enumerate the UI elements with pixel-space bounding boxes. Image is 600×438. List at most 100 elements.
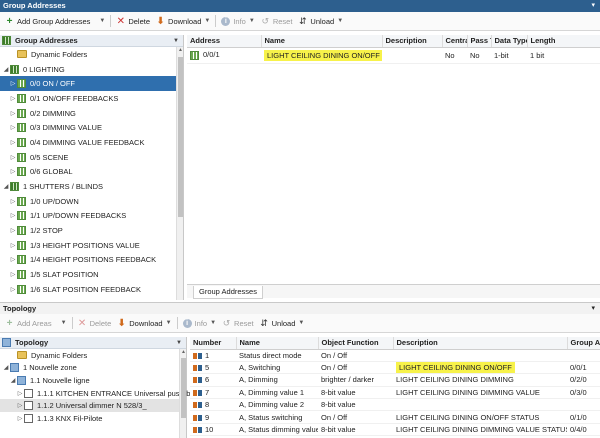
tree-item[interactable]: ▷ 1/3 HEIGHT POSITIONS VALUE (0, 238, 176, 253)
tree-item[interactable]: ▷ 0/4 DIMMING VALUE FEEDBACK (0, 135, 176, 150)
tree-item[interactable]: ▷ 1/2 STOP (0, 223, 176, 238)
tree-item[interactable]: ◢ 1.1 Nouvelle ligne (0, 374, 179, 387)
expand-arrow-icon[interactable]: ▷ (9, 80, 17, 87)
unload-button[interactable]: ⇵ Unload ▼ (295, 14, 346, 29)
download-button[interactable]: ⬇ Download ▼ (114, 316, 174, 331)
table-row[interactable]: 8 A, Dimming value 2 8-bit value (190, 398, 600, 412)
tree-item[interactable]: ◢ 1 Nouvelle zone (0, 362, 179, 375)
column-header[interactable]: Name (236, 337, 319, 350)
expand-arrow-icon[interactable]: ▷ (16, 415, 24, 422)
expand-arrow-icon[interactable]: ▷ (9, 256, 17, 263)
tab-group-addresses[interactable]: Group Addresses (193, 286, 263, 299)
panel-collapse-icon[interactable]: ▾ (591, 0, 595, 12)
cell-group-text: 0/1/0 (570, 412, 587, 422)
expand-arrow-icon[interactable]: ▷ (9, 124, 17, 131)
column-header[interactable]: Number (190, 337, 237, 350)
tree-item[interactable]: ▷ 1.1.3 KNX Fil-Pilote (0, 412, 179, 425)
download-icon: ⬇ (117, 317, 126, 329)
tree-item[interactable]: ▷ 0/2 DIMMING (0, 106, 176, 121)
table-row[interactable]: 0/0/1 LIGHT CEILING DINING ON/OFF No No 1-bi… (187, 47, 600, 64)
expand-arrow-icon[interactable]: ▷ (9, 198, 17, 205)
scroll-up-arrow[interactable]: ▲ (177, 47, 184, 55)
tree-item[interactable]: ▷ 0/5 SCENE (0, 150, 176, 165)
unload-button[interactable]: ⇵ Unload ▼ (257, 316, 308, 331)
column-header[interactable]: Description (382, 35, 443, 48)
add-dropdown-arrow[interactable]: ▼ (93, 14, 108, 29)
tree-item[interactable]: ▷ 1/0 UP/DOWN (0, 194, 176, 209)
expand-arrow-icon[interactable]: ▷ (9, 154, 17, 161)
tree-item[interactable]: ◢ 0 LIGHTING (0, 62, 176, 77)
add-areas-button[interactable]: + Add Areas (2, 316, 55, 331)
tree-vertical-scrollbar[interactable]: ▲ (176, 47, 183, 300)
info-button[interactable]: i Info ▼ (180, 316, 219, 331)
column-header[interactable]: Group Add (567, 337, 600, 350)
topology-tree-header[interactable]: Topology ▼ (0, 337, 186, 349)
column-header[interactable]: Data Type (491, 35, 528, 48)
tree-item[interactable]: ▷ 1.1.2 Universal dimmer N 528/3_ (0, 399, 179, 412)
expand-arrow-icon[interactable]: ▷ (9, 242, 17, 249)
tree-item[interactable]: Dynamic Folders (0, 47, 176, 62)
expand-arrow-icon[interactable]: ◢ (9, 377, 17, 384)
delete-button[interactable]: ✕ Delete (75, 316, 115, 331)
topology-grid-pane: Number Name Object Function Description Grou… (190, 337, 600, 438)
tree-item[interactable]: ▷ 0/0 ON / OFF (0, 76, 176, 92)
info-button[interactable]: i Info ▼ (218, 14, 257, 29)
add-group-addresses-button[interactable]: + Add Group Addresses (2, 14, 93, 29)
tree-item[interactable]: Dynamic Folders (0, 349, 179, 362)
column-header[interactable]: Central (442, 35, 468, 48)
table-row[interactable]: 1 Status direct mode On / Off (190, 349, 600, 362)
column-header[interactable]: Length (527, 35, 600, 48)
topology-tree: Dynamic Folders ◢ 1 Nouvelle zone ◢ 1.1 Nouv… (0, 349, 203, 425)
cell-description: LIGHT CEILING DINING ON/OFF (393, 361, 567, 375)
expand-arrow-icon[interactable]: ▷ (9, 95, 17, 102)
expand-arrow-icon[interactable]: ▷ (9, 139, 17, 146)
table-row[interactable]: 7 A, Dimming value 1 8-bit value LIGHT CEIL… (190, 386, 600, 400)
cell-number-text: 10 (205, 425, 214, 435)
group-addresses-tree: Dynamic Folders ◢ 0 LIGHTING ▷ 0/0 ON / OFF ▷… (0, 47, 176, 297)
expand-arrow-icon[interactable]: ▷ (9, 110, 17, 117)
tree-item[interactable]: ▷ 1/5 SLAT POSITION (0, 267, 176, 282)
tree-item-label: 1/6 SLAT POSITION FEEDBACK (30, 284, 142, 294)
reset-button[interactable]: ↺ Reset (258, 14, 296, 29)
table-row[interactable]: 10 A, Status dimming value 8-bit value LIGH… (190, 423, 600, 437)
expand-arrow-icon[interactable]: ▷ (16, 402, 24, 409)
tree-item[interactable]: ▷ 1.1.1 KITCHEN ENTRANCE Universal push-b… (0, 387, 203, 400)
tree-item[interactable]: ▷ 0/6 GLOBAL (0, 165, 176, 180)
cell-function: On / Off (318, 349, 393, 362)
tree-item[interactable]: ▷ 1/6 SLAT POSITION FEEDBACK (0, 282, 176, 297)
column-header[interactable]: Address (187, 35, 262, 48)
tree-item[interactable]: ◢ 1 SHUTTERS / BLINDS (0, 179, 176, 194)
scroll-up-arrow[interactable]: ▲ (180, 349, 187, 357)
add-dropdown-arrow[interactable]: ▼ (55, 316, 70, 331)
group-addresses-grid-pane: AddressNameDescriptionCentralPass TData … (187, 35, 600, 300)
download-dropdown-arrow: ▼ (204, 18, 211, 24)
tree-item[interactable]: ▷ 1/4 HEIGHT POSITIONS FEEDBACK (0, 253, 176, 268)
topology-tree-scrollbar[interactable]: ▲ (179, 349, 186, 438)
column-header[interactable]: Description (393, 337, 568, 350)
expand-arrow-icon[interactable]: ▷ (16, 390, 24, 397)
expand-arrow-icon[interactable]: ◢ (2, 66, 10, 73)
expand-arrow-icon[interactable]: ▷ (9, 271, 17, 278)
scrollbar-thumb[interactable] (181, 358, 186, 418)
tree-item[interactable]: ▷ 0/1 ON/OFF FEEDBACKS (0, 91, 176, 106)
group-addresses-tree-header[interactable]: Group Addresses ▼ (0, 35, 183, 47)
download-button[interactable]: ⬇ Download ▼ (153, 14, 213, 29)
column-header[interactable]: Pass T (467, 35, 492, 48)
delete-button[interactable]: ✕ Delete (113, 14, 153, 29)
table-row[interactable]: 9 A, Status switching On / Off LIGHT CEILIN… (190, 410, 600, 424)
column-header[interactable]: Object Function (318, 337, 394, 350)
cell-function: On / Off (318, 410, 393, 424)
tree-item[interactable]: ▷ 1/1 UP/DOWN FEEDBACKS (0, 209, 176, 224)
expand-arrow-icon[interactable]: ▷ (9, 168, 17, 175)
column-header[interactable]: Name (261, 35, 383, 48)
expand-arrow-icon[interactable]: ▷ (9, 212, 17, 219)
expand-arrow-icon[interactable]: ▷ (9, 286, 17, 293)
expand-arrow-icon[interactable]: ▷ (9, 227, 17, 234)
expand-arrow-icon[interactable]: ◢ (2, 183, 10, 190)
tree-item[interactable]: ▷ 0/3 DIMMING VALUE (0, 120, 176, 135)
expand-arrow-icon[interactable]: ◢ (2, 364, 10, 371)
table-row[interactable]: 5 A, Switching On / Off LIGHT CEILING DININ… (190, 361, 600, 375)
table-row[interactable]: 6 A, Dimming brighter / darker LIGHT CEILIN… (190, 373, 600, 387)
scrollbar-thumb[interactable] (178, 57, 183, 217)
reset-button[interactable]: ↺ Reset (219, 316, 257, 331)
